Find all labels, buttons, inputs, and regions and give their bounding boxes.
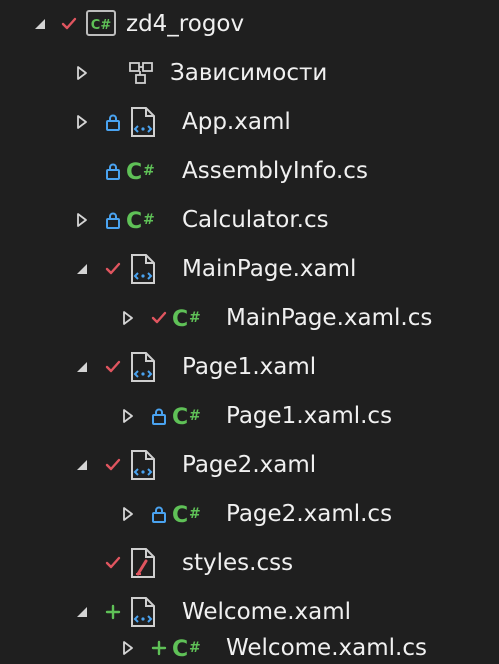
lock-icon: [148, 392, 170, 440]
csharp-file-icon: C #: [170, 490, 204, 538]
tree-item-page2-xaml[interactable]: Page2.xaml: [0, 441, 499, 489]
tree-item-mainpage-xaml[interactable]: MainPage.xaml: [0, 245, 499, 293]
tree-item-page2-xaml-cs[interactable]: C # Page2.xaml.cs: [0, 490, 499, 538]
collapsed-arrow-icon[interactable]: [70, 49, 94, 97]
checkmark-icon: [102, 539, 124, 587]
svg-text:#: #: [189, 310, 201, 326]
csharp-file-icon: C #: [124, 147, 158, 195]
lock-icon: [102, 196, 124, 244]
svg-text:#: #: [143, 163, 155, 179]
css-file-icon: [126, 539, 160, 587]
xaml-file-icon: [126, 441, 160, 489]
xaml-file-icon: [126, 245, 160, 293]
csharp-file-icon: C #: [170, 294, 204, 342]
csharp-project-icon: C#: [84, 0, 118, 48]
tree-item-label: styles.css: [182, 550, 294, 576]
svg-text:C: C: [172, 637, 188, 662]
svg-text:#: #: [189, 408, 201, 424]
svg-text:C: C: [126, 209, 142, 234]
tree-item-label: MainPage.xaml: [182, 256, 357, 282]
tree-item-label: Calculator.cs: [182, 207, 329, 233]
collapsed-arrow-icon[interactable]: [70, 196, 94, 244]
tree-item-label: Page1.xaml: [182, 354, 317, 380]
tree-item-label: Page2.xaml.cs: [226, 501, 393, 527]
lock-icon: [102, 98, 124, 146]
tree-item-welcome-xaml-cs[interactable]: C # Welcome.xaml.cs: [0, 624, 499, 664]
svg-text:C: C: [126, 160, 142, 185]
expanded-arrow-icon[interactable]: [28, 0, 52, 48]
tree-item-label: App.xaml: [182, 109, 291, 135]
tree-item-project[interactable]: C# zd4_rogov: [0, 0, 499, 48]
tree-item-mainpage-xaml-cs[interactable]: C # MainPage.xaml.cs: [0, 294, 499, 342]
svg-text:#: #: [143, 212, 155, 228]
xaml-file-icon: [126, 98, 160, 146]
expanded-arrow-icon[interactable]: [70, 343, 94, 391]
tree-item-label: AssemblyInfo.cs: [182, 158, 368, 184]
svg-text:#: #: [189, 640, 201, 656]
plus-icon: [148, 624, 170, 664]
collapsed-arrow-icon[interactable]: [116, 294, 140, 342]
csharp-file-icon: C #: [170, 624, 204, 664]
collapsed-arrow-icon[interactable]: [116, 624, 140, 664]
tree-item-app-xaml[interactable]: App.xaml: [0, 98, 499, 146]
tree-item-label: zd4_rogov: [126, 11, 245, 37]
tree-item-page1-xaml-cs[interactable]: C # Page1.xaml.cs: [0, 392, 499, 440]
expanded-arrow-icon[interactable]: [70, 441, 94, 489]
tree-item-assemblyinfo-cs[interactable]: C # AssemblyInfo.cs: [0, 147, 499, 195]
tree-item-label: MainPage.xaml.cs: [226, 305, 433, 331]
expanded-arrow-icon[interactable]: [70, 245, 94, 293]
csharp-file-icon: C #: [170, 392, 204, 440]
tree-item-styles-css[interactable]: styles.css: [0, 539, 499, 587]
tree-item-label: Page1.xaml.cs: [226, 403, 393, 429]
tree-item-dependencies[interactable]: Зависимости: [0, 49, 499, 97]
svg-text:C: C: [172, 503, 188, 528]
checkmark-icon: [148, 294, 170, 342]
csharp-file-icon: C #: [124, 196, 158, 244]
collapsed-arrow-icon[interactable]: [116, 392, 140, 440]
solution-explorer-tree: C# zd4_rogov Зависимости App.xaml C # As…: [0, 0, 499, 664]
tree-item-label: Зависимости: [170, 60, 328, 86]
dependencies-icon: [126, 49, 160, 97]
collapsed-arrow-icon[interactable]: [70, 98, 94, 146]
svg-text:#: #: [189, 506, 201, 522]
tree-item-page1-xaml[interactable]: Page1.xaml: [0, 343, 499, 391]
xaml-file-icon: [126, 343, 160, 391]
checkmark-icon: [102, 343, 124, 391]
tree-item-calculator-cs[interactable]: C # Calculator.cs: [0, 196, 499, 244]
collapsed-arrow-icon[interactable]: [116, 490, 140, 538]
checkmark-icon: [58, 0, 80, 48]
svg-text:C#: C#: [91, 18, 112, 33]
tree-item-label: Page2.xaml: [182, 452, 317, 478]
lock-icon: [148, 490, 170, 538]
svg-text:C: C: [172, 405, 188, 430]
tree-item-label: Welcome.xaml.cs: [226, 635, 427, 661]
svg-text:C: C: [172, 307, 188, 332]
lock-icon: [102, 147, 124, 195]
checkmark-icon: [102, 245, 124, 293]
checkmark-icon: [102, 441, 124, 489]
